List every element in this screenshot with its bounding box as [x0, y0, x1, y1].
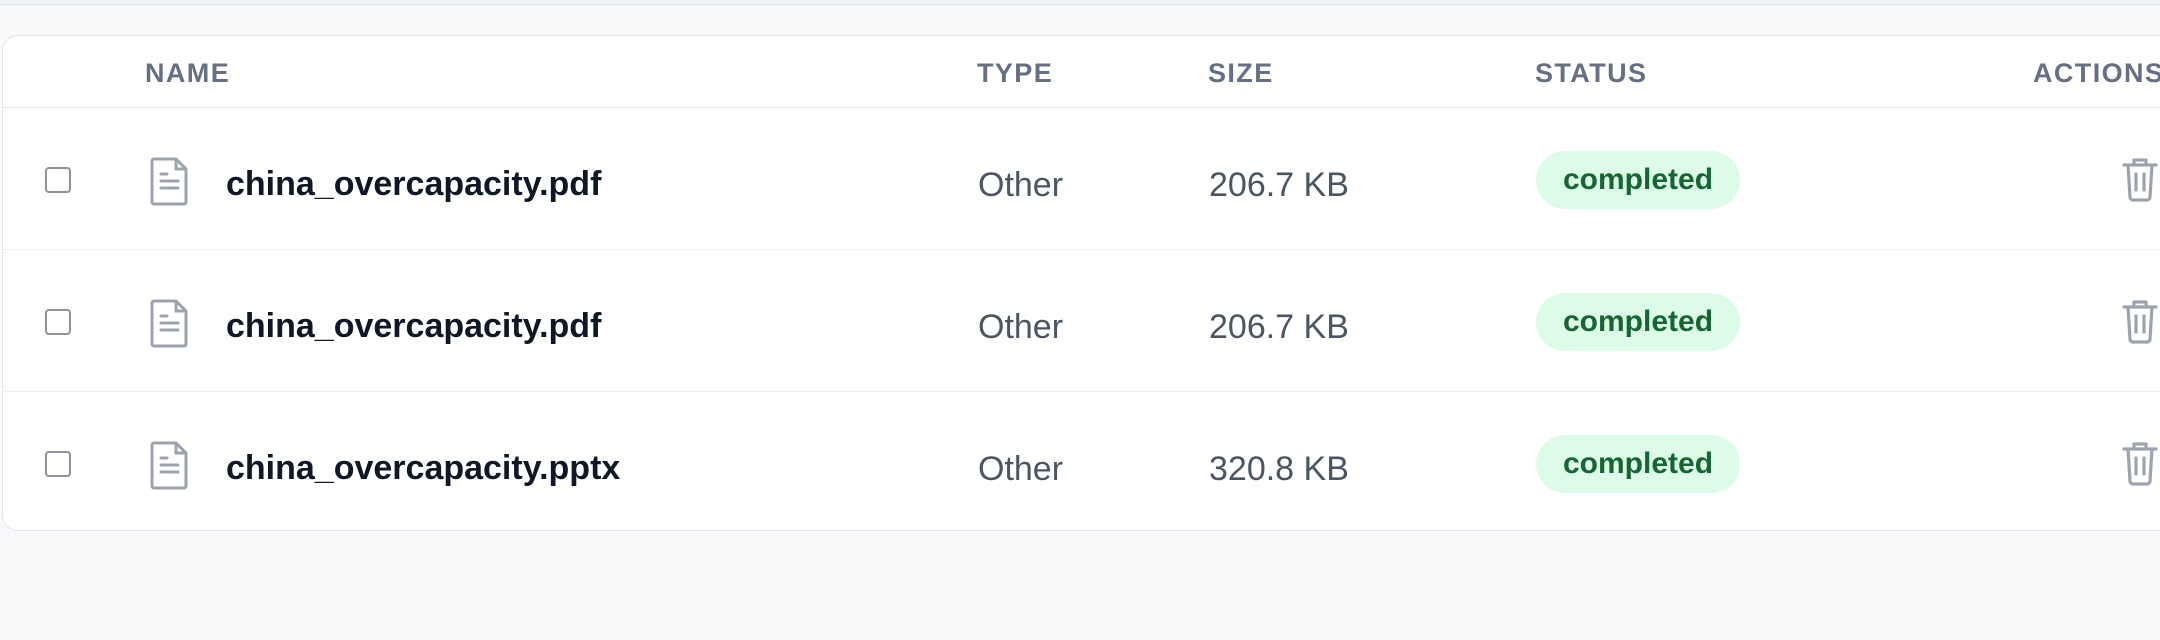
file-name: china_overcapacity.pptx [226, 449, 621, 487]
actions-column-header: ACTIONS [2033, 58, 2160, 88]
delete-button[interactable] [2117, 296, 2160, 346]
status-column-header: STATUS [1535, 58, 1648, 88]
file-text-icon [149, 156, 191, 206]
file-name: china_overcapacity.pdf [226, 165, 602, 203]
trash-icon [2122, 158, 2158, 202]
row-checkbox[interactable] [45, 451, 71, 477]
file-name: china_overcapacity.pdf [226, 307, 602, 345]
status-badge: completed [1536, 151, 1740, 209]
table-row: china_overcapacity.pptx Other 320.8 KB c… [3, 392, 2160, 530]
trash-icon [2122, 300, 2158, 344]
row-checkbox[interactable] [45, 309, 71, 335]
file-type: Other [978, 166, 1064, 204]
file-size: 206.7 KB [1209, 308, 1349, 346]
file-type: Other [978, 450, 1064, 488]
file-size: 320.8 KB [1209, 450, 1349, 488]
file-type: Other [978, 308, 1064, 346]
table-row: china_overcapacity.pdf Other 206.7 KB co… [3, 250, 2160, 392]
file-text-icon [149, 440, 191, 490]
files-table: NAME TYPE SIZE STATUS ACTIONS china_over… [2, 35, 2160, 531]
row-checkbox[interactable] [45, 167, 71, 193]
file-size: 206.7 KB [1209, 166, 1349, 204]
size-column-header: SIZE [1208, 58, 1274, 88]
file-text-icon [149, 298, 191, 348]
status-badge: completed [1536, 293, 1740, 351]
name-column-header: NAME [145, 58, 231, 88]
delete-button[interactable] [2117, 438, 2160, 488]
delete-button[interactable] [2117, 154, 2160, 204]
table-row: china_overcapacity.pdf Other 206.7 KB co… [3, 108, 2160, 250]
top-divider [0, 0, 2160, 5]
table-header: NAME TYPE SIZE STATUS ACTIONS [3, 36, 2160, 108]
status-badge: completed [1536, 435, 1740, 493]
type-column-header: TYPE [977, 58, 1054, 88]
trash-icon [2122, 442, 2158, 486]
